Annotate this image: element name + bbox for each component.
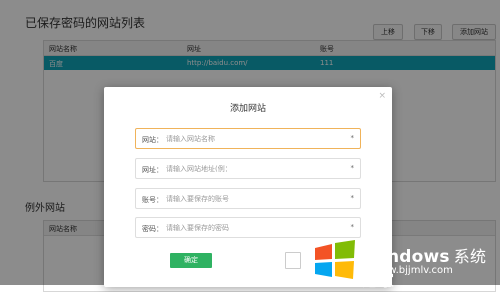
site-url-input[interactable]: [166, 163, 342, 175]
field-label: 密码：: [142, 225, 163, 233]
required-mark: *: [350, 194, 355, 202]
close-icon[interactable]: ×: [378, 91, 386, 101]
required-mark: *: [350, 223, 355, 231]
password-field[interactable]: 密码： *: [135, 217, 361, 238]
dialog-title: 添加网站: [229, 104, 266, 114]
site-name-input[interactable]: [166, 133, 342, 145]
required-mark: *: [350, 134, 355, 142]
site-name-field[interactable]: 网站： *: [135, 128, 361, 149]
cancel-button[interactable]: [285, 252, 301, 269]
field-label: 账号：: [142, 196, 163, 204]
password-input[interactable]: [166, 222, 342, 234]
account-input[interactable]: [166, 193, 342, 205]
watermark-brand: Windows: [362, 247, 450, 267]
field-label: 网站：: [142, 136, 163, 144]
site-url-field[interactable]: 网址： *: [135, 158, 361, 179]
required-mark: *: [350, 164, 355, 172]
field-label: 网址：: [142, 166, 163, 174]
watermark-url: www.bjjmlv.com: [372, 265, 453, 276]
confirm-button[interactable]: 确定: [170, 253, 212, 268]
account-field[interactable]: 账号： *: [135, 188, 361, 209]
windows-logo-icon: [315, 240, 355, 279]
